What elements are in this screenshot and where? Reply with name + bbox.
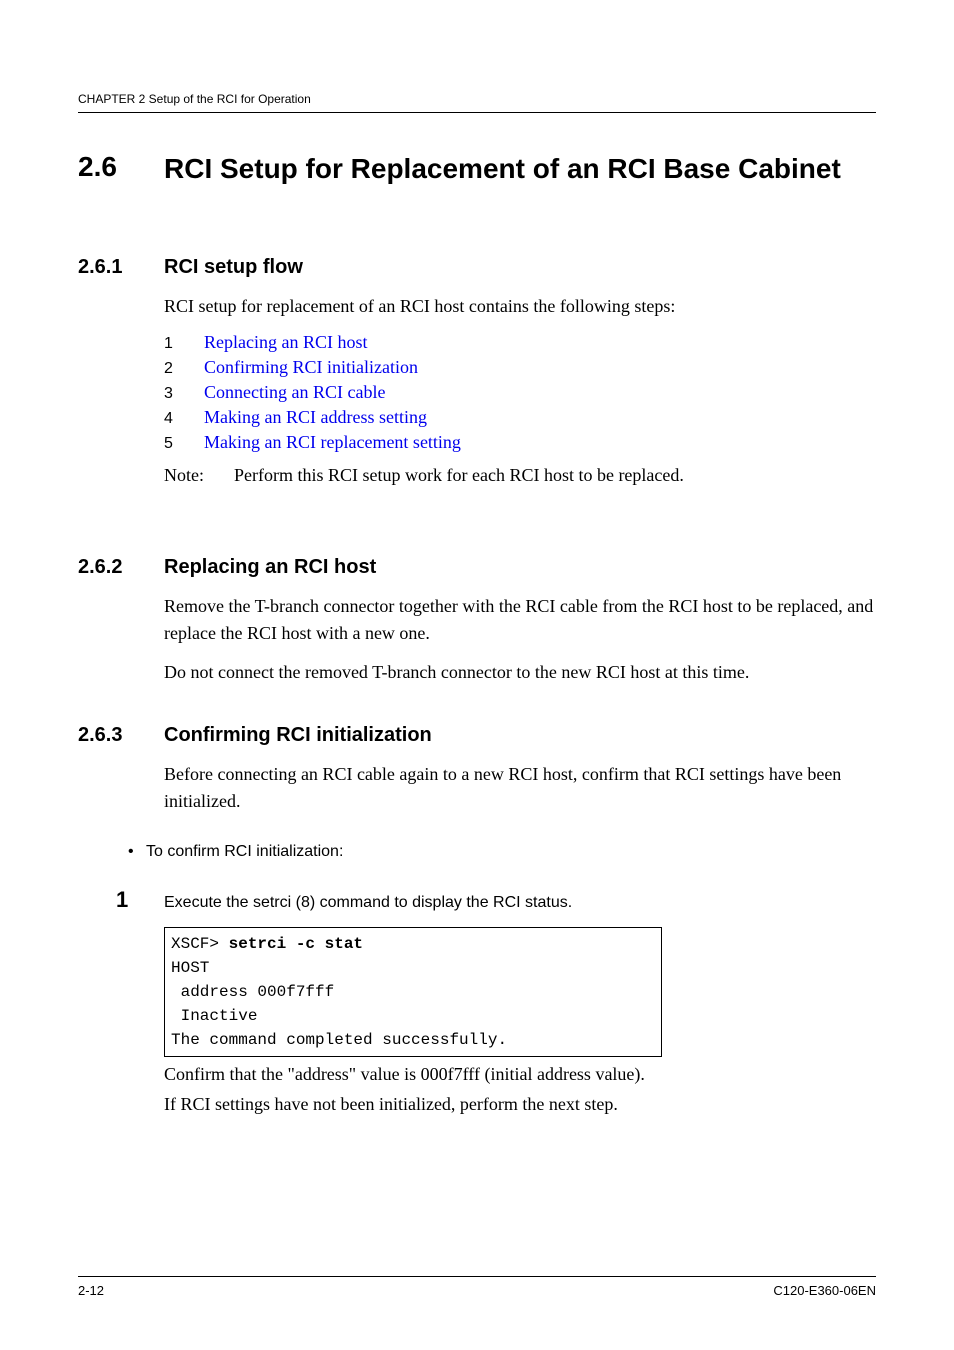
page-footer: 2-12 C120-E360-06EN (78, 1276, 876, 1298)
subsection-number: 2.6.2 (78, 556, 164, 579)
section-heading: 2.6 RCI Setup for Replacement of an RCI … (78, 151, 876, 186)
step-item: 2 Confirming RCI initialization (164, 357, 876, 378)
step-link-connecting-cable[interactable]: Connecting an RCI cable (204, 382, 385, 403)
step-number: 4 (164, 410, 204, 428)
document-id: C120-E360-06EN (773, 1283, 876, 1298)
note: Note: Perform this RCI setup work for ea… (164, 465, 876, 486)
step-list: 1 Replacing an RCI host 2 Confirming RCI… (164, 332, 876, 453)
code-prompt: XSCF> (171, 935, 229, 953)
subsection-title: Confirming RCI initialization (164, 724, 432, 747)
paragraph: Do not connect the removed T-branch conn… (164, 659, 876, 686)
step-item: 4 Making an RCI address setting (164, 407, 876, 428)
paragraph: Confirm that the "address" value is 000f… (164, 1061, 876, 1087)
subsection-261-heading: 2.6.1 RCI setup flow (78, 256, 876, 279)
note-label: Note: (164, 465, 234, 486)
step-item: 3 Connecting an RCI cable (164, 382, 876, 403)
code-block: XSCF> setrci -c stat HOST address 000f7f… (164, 927, 662, 1057)
subsection-number: 2.6.3 (78, 724, 164, 747)
intro-text: RCI setup for replacement of an RCI host… (164, 293, 876, 320)
step-number: 1 (164, 335, 204, 353)
section-number: 2.6 (78, 151, 164, 183)
step-instruction: Execute the setrci (8) command to displa… (164, 894, 572, 912)
big-step-number: 1 (116, 887, 164, 913)
paragraph: Remove the T-branch connector together w… (164, 593, 876, 647)
subsection-262-heading: 2.6.2 Replacing an RCI host (78, 556, 876, 579)
subsection-number: 2.6.1 (78, 256, 164, 279)
step-item: 1 Replacing an RCI host (164, 332, 876, 353)
page-number: 2-12 (78, 1283, 104, 1298)
paragraph: If RCI settings have not been initialize… (164, 1091, 876, 1117)
step-number: 3 (164, 385, 204, 403)
step-link-replacing-host[interactable]: Replacing an RCI host (204, 332, 367, 353)
step-number: 5 (164, 435, 204, 453)
step-number: 2 (164, 360, 204, 378)
note-text: Perform this RCI setup work for each RCI… (234, 465, 684, 486)
bullet-heading: To confirm RCI initialization: (128, 843, 876, 861)
step-item: 5 Making an RCI replacement setting (164, 432, 876, 453)
chapter-header: CHAPTER 2 Setup of the RCI for Operation (78, 92, 876, 113)
step-link-confirming-init[interactable]: Confirming RCI initialization (204, 357, 418, 378)
section-title: RCI Setup for Replacement of an RCI Base… (164, 151, 841, 186)
paragraph: Before connecting an RCI cable again to … (164, 761, 876, 815)
step-link-address-setting[interactable]: Making an RCI address setting (204, 407, 427, 428)
numbered-step: 1 Execute the setrci (8) command to disp… (116, 887, 876, 913)
code-command: setrci -c stat (229, 935, 363, 953)
subsection-title: Replacing an RCI host (164, 556, 376, 579)
subsection-title: RCI setup flow (164, 256, 303, 279)
code-output: HOST address 000f7fff Inactive The comma… (171, 959, 507, 1049)
subsection-263-heading: 2.6.3 Confirming RCI initialization (78, 724, 876, 747)
step-link-replacement-setting[interactable]: Making an RCI replacement setting (204, 432, 461, 453)
